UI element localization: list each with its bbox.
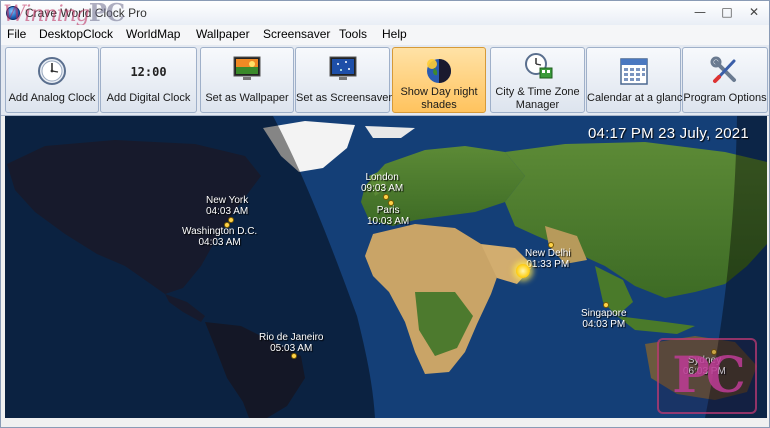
city-name: Washington D.C. — [182, 226, 258, 237]
city-time: 09:03 AM — [361, 183, 404, 194]
city-time-zone-manager-button[interactable]: City & Time Zone Manager — [490, 47, 585, 113]
menu-bar: File DesktopClock WorldMap Wallpaper Scr… — [1, 25, 769, 45]
city-time: 04:03 AM — [206, 206, 249, 217]
close-button[interactable]: ✕ — [741, 4, 767, 21]
world-map-graphic — [5, 116, 767, 418]
status-bar — [1, 419, 769, 427]
city-marker — [383, 194, 389, 200]
world-map[interactable]: 04:17 PM 23 July, 2021 London 09:03 AM P… — [5, 116, 767, 418]
program-options-button[interactable]: Program Options — [682, 47, 768, 113]
city-time: 05:03 AM — [270, 343, 313, 354]
show-day-night-shades-button[interactable]: Show Day night shades — [392, 47, 486, 113]
city-marker — [224, 222, 230, 228]
city-marker — [388, 200, 394, 206]
window-title: Crave World Clock Pro — [25, 6, 147, 20]
city-name: London — [365, 172, 399, 183]
program-options-label: Program Options — [683, 92, 767, 104]
screensaver-icon — [329, 56, 356, 80]
menu-wallpaper[interactable]: Wallpaper — [196, 27, 250, 41]
menu-worldmap[interactable]: WorldMap — [126, 27, 180, 41]
add-digital-clock-button[interactable]: 12:00 Add Digital Clock — [100, 47, 197, 113]
add-analog-clock-label: Add Analog Clock — [8, 92, 96, 104]
show-day-night-shades-label: Show Day night shades — [400, 86, 478, 111]
calendar-icon — [619, 58, 648, 85]
pc-watermark-logo: PC — [657, 338, 757, 414]
sun-position-icon — [516, 264, 530, 278]
city-time: 04:03 PM — [582, 319, 626, 330]
city-label[interactable]: Washington D.C. 04:03 AM — [182, 226, 257, 248]
add-analog-clock-button[interactable]: Add Analog Clock — [5, 47, 99, 113]
menu-help[interactable]: Help — [382, 27, 407, 41]
set-as-wallpaper-label: Set as Wallpaper — [205, 92, 289, 104]
calendar-at-a-glance-button[interactable]: Calendar at a glance — [586, 47, 689, 113]
wrench-screwdriver-icon — [710, 56, 736, 83]
city-name: New York — [206, 195, 249, 206]
city-clock-icon — [524, 53, 552, 79]
set-as-screensaver-button[interactable]: Set as Screensaver — [295, 47, 392, 113]
city-label[interactable]: New Delhi 01:33 PM — [525, 248, 571, 270]
digital-clock-icon: 12:00 — [130, 65, 167, 79]
city-label[interactable]: New York 04:03 AM — [206, 195, 248, 217]
city-marker — [603, 302, 609, 308]
add-digital-clock-label: Add Digital Clock — [106, 92, 191, 104]
city-time: 10:03 AM — [367, 216, 410, 227]
wallpaper-icon — [233, 56, 261, 80]
city-label[interactable]: Paris 10:03 AM — [367, 205, 409, 227]
city-label[interactable]: Singapore 04:03 PM — [581, 308, 627, 330]
day-night-globe-icon — [427, 59, 451, 83]
city-marker — [291, 353, 297, 359]
minimize-button[interactable]: — — [687, 4, 713, 21]
city-name: Paris — [376, 205, 400, 216]
title-bar[interactable]: Crave World Clock Pro WinningPC — □ ✕ — [1, 1, 769, 27]
maximize-button[interactable]: □ — [714, 4, 740, 21]
map-datetime: 04:17 PM 23 July, 2021 — [588, 125, 749, 142]
toolbar: Add Analog Clock 12:00 Add Digital Clock… — [1, 45, 769, 116]
app-window: Crave World Clock Pro WinningPC — □ ✕ Fi… — [0, 0, 770, 428]
globe-app-icon — [6, 6, 20, 20]
city-label[interactable]: London 09:03 AM — [361, 172, 403, 194]
set-as-screensaver-label: Set as Screensaver — [296, 92, 392, 104]
menu-screensaver[interactable]: Screensaver — [263, 27, 330, 41]
city-name: Rio de Janeiro — [259, 332, 324, 343]
analog-clock-icon — [38, 57, 66, 85]
menu-desktopclock[interactable]: DesktopClock — [39, 27, 113, 41]
menu-file[interactable]: File — [7, 27, 26, 41]
city-marker — [548, 242, 554, 248]
set-as-wallpaper-button[interactable]: Set as Wallpaper — [200, 47, 294, 113]
city-time: 04:03 AM — [198, 237, 241, 248]
city-time: 01:33 PM — [526, 259, 570, 270]
menu-tools[interactable]: Tools — [339, 27, 367, 41]
city-label[interactable]: Rio de Janeiro 05:03 AM — [259, 332, 323, 354]
city-time-zone-manager-label: City & Time Zone Manager — [495, 86, 580, 111]
calendar-at-a-glance-label: Calendar at a glance — [587, 92, 689, 104]
city-name: Singapore — [581, 308, 627, 319]
city-name: New Delhi — [525, 248, 571, 259]
